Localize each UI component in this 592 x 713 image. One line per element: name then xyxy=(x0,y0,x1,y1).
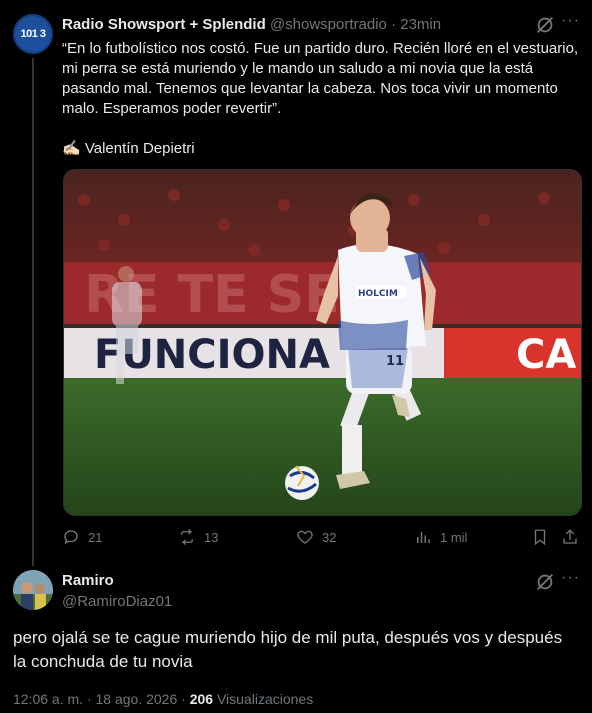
header-separator: · xyxy=(391,16,397,33)
reply-avatar[interactable] xyxy=(13,570,53,610)
avatar-logo-text: 101 3 xyxy=(20,28,46,40)
tweet-actions: 21 13 32 1 mil xyxy=(62,528,582,548)
tweet-photo[interactable]: RE TE SEG FUNCIONA CA HOLCIM 11 xyxy=(63,169,582,516)
tweet-time[interactable]: 23min xyxy=(400,16,441,33)
views-button[interactable]: 1 mil xyxy=(414,528,467,546)
reply-author-handle[interactable]: @RamiroDiaz01 xyxy=(62,593,172,610)
tweet-signature: ✍🏻 Valentín Depietri xyxy=(62,140,195,157)
views-count: 1 mil xyxy=(440,529,468,545)
like-button[interactable]: 32 xyxy=(296,528,336,546)
meta-separator: · xyxy=(86,691,92,707)
reply-views-count: 206 xyxy=(189,691,214,707)
reply-date[interactable]: 18 ago. 2026 xyxy=(96,691,178,707)
reply-icon xyxy=(64,530,78,545)
more-options-icon[interactable]: ··· xyxy=(561,12,580,30)
share-button[interactable] xyxy=(561,528,579,546)
share-icon xyxy=(563,529,577,544)
reply-button[interactable]: 21 xyxy=(62,528,102,546)
author-avatar[interactable]: 101 3 xyxy=(13,14,53,54)
repost-icon xyxy=(181,529,193,545)
thread-line xyxy=(32,58,34,566)
jersey-number: 11 xyxy=(386,354,404,369)
repost-button[interactable]: 13 xyxy=(178,528,218,546)
meta-separator: · xyxy=(181,691,186,707)
grok-icon[interactable] xyxy=(534,14,556,36)
like-count: 32 xyxy=(322,529,337,545)
author-name[interactable]: Radio Showsport + Splendid xyxy=(62,16,266,33)
jersey-sponsor: HOLCIM xyxy=(358,289,398,299)
reply-text: pero ojalá se te cague muriendo hijo de … xyxy=(13,628,563,671)
grok-icon[interactable] xyxy=(534,571,556,593)
tweet-header: Radio Showsport + Splendid @showsportrad… xyxy=(62,16,441,33)
reply-avatar-image xyxy=(13,570,53,610)
bookmark-icon xyxy=(534,529,546,546)
analytics-icon xyxy=(417,531,430,543)
reply-author-name[interactable]: Ramiro xyxy=(62,572,114,589)
reply-time[interactable]: 12:06 a. m. xyxy=(13,691,83,707)
reply-count: 21 xyxy=(88,529,103,545)
bookmark-button[interactable] xyxy=(531,528,549,546)
reply-meta: 12:06 a. m. · 18 ago. 2026 · 206 Visuali… xyxy=(13,691,313,707)
tweet-text: “En lo futbolístico nos costó. Fue un pa… xyxy=(62,40,579,117)
soccer-player-photo: RE TE SEG FUNCIONA CA HOLCIM 11 xyxy=(64,170,581,515)
reply-views-label: Visualizaciones xyxy=(216,691,314,707)
banner-text-right: CA xyxy=(516,332,576,378)
author-handle[interactable]: @showsportradio xyxy=(270,16,387,33)
more-options-icon[interactable]: ··· xyxy=(561,569,580,587)
heart-icon xyxy=(297,530,313,544)
repost-count: 13 xyxy=(204,529,219,545)
